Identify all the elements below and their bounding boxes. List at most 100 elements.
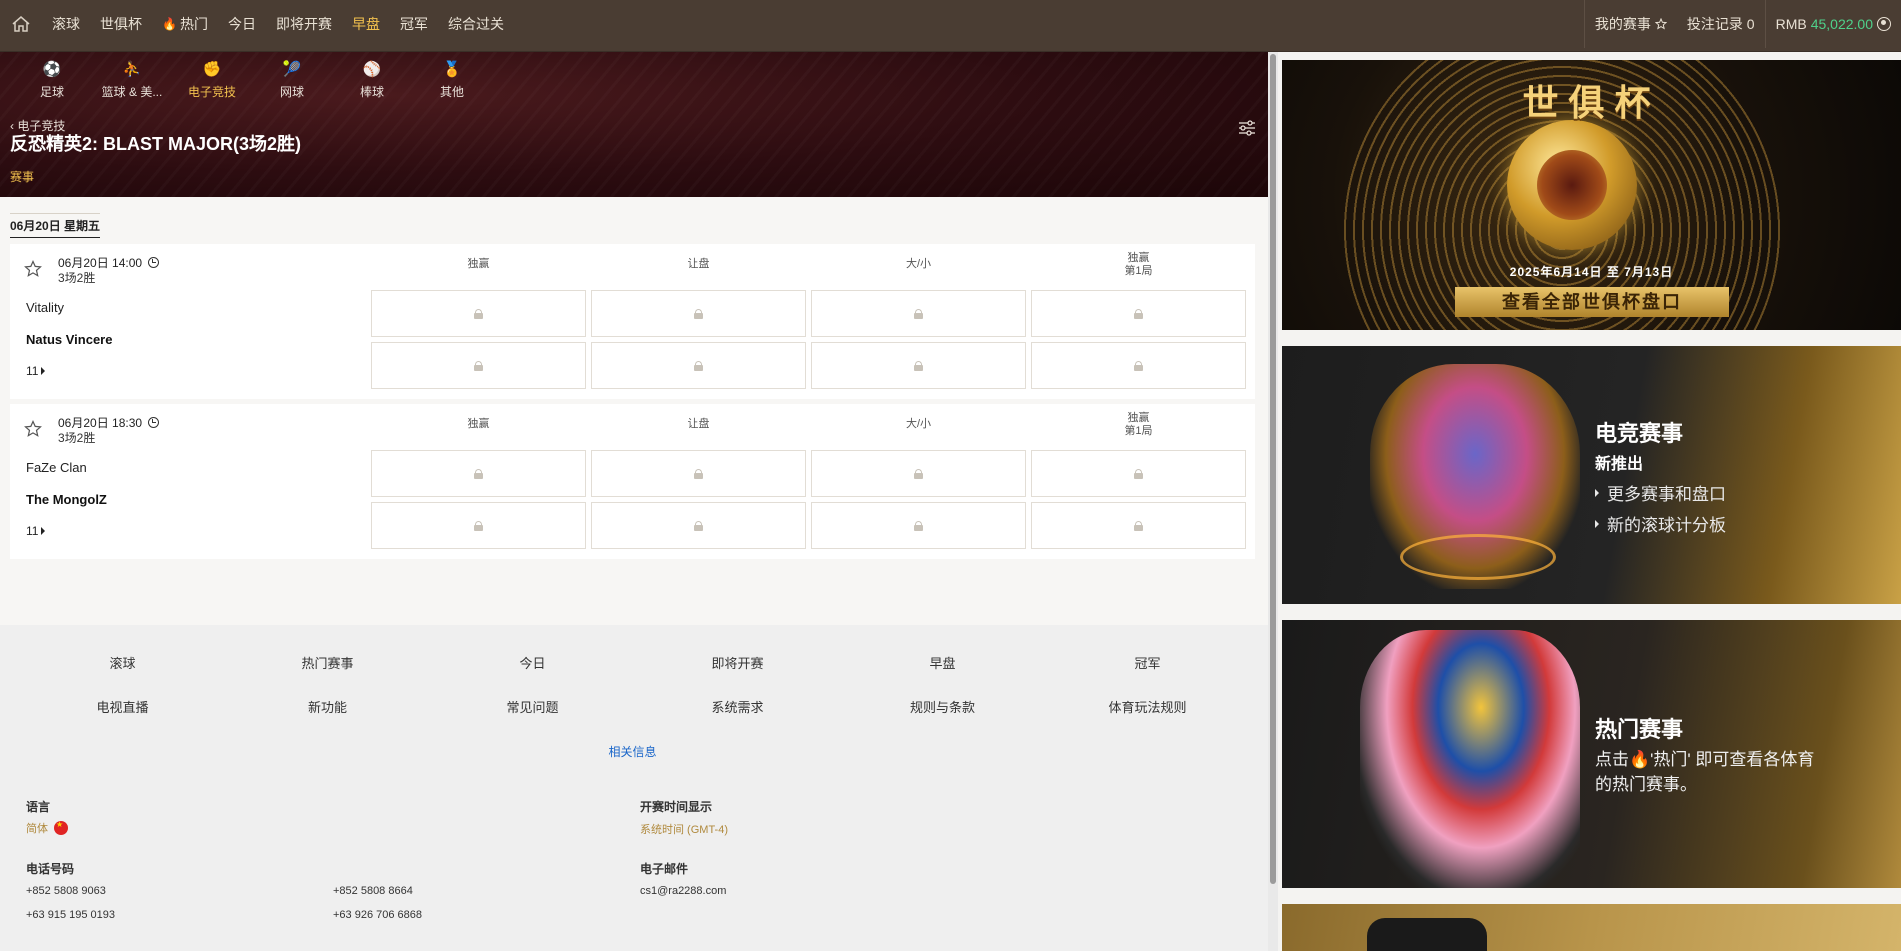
nav-parlay[interactable]: 综合过关 (448, 14, 504, 34)
odds-cell[interactable] (591, 450, 806, 497)
lock-icon (1134, 360, 1143, 371)
account-bar: 我的赛事 投注记录 0 RMB 45,022.00 (1583, 0, 1901, 48)
favorite-star-icon[interactable] (24, 260, 42, 278)
footer-link[interactable]: 滚球 (20, 653, 225, 672)
nav-early[interactable]: 早盘 (352, 14, 380, 34)
footer-link[interactable]: 常见问题 (430, 697, 635, 716)
footer-link[interactable]: 体育玩法规则 (1045, 697, 1250, 716)
more-markets-button[interactable]: 11 (26, 364, 46, 378)
footer-link[interactable]: 规则与条款 (840, 697, 1045, 716)
nav-label: 今日 (227, 16, 256, 32)
email-label: 电子邮件 (640, 862, 689, 876)
nav-hot[interactable]: 🔥 热门 (162, 14, 208, 34)
sport-tab-other[interactable]: 🏅 其他 (412, 60, 492, 100)
team-away: Natus Vincere (26, 332, 113, 347)
footer-link[interactable]: 今日 (430, 653, 635, 672)
sport-tab-esports[interactable]: ✊ 电子竞技 (172, 60, 252, 100)
lock-icon (914, 308, 923, 319)
footer-link[interactable]: 电视直播 (20, 697, 225, 716)
market-header-over-under: 大/小 (905, 418, 932, 430)
promo-hot-events[interactable]: 热门赛事 点击🔥'热门' 即可查看各体育的热门赛事。 (1282, 620, 1901, 888)
baseball-icon: ⚾ (362, 61, 382, 78)
more-markets-count: 11 (26, 364, 39, 378)
odds-cell[interactable] (811, 450, 1026, 497)
scrollbar[interactable] (1268, 52, 1278, 951)
promo-banner[interactable] (1282, 904, 1901, 951)
footer-link[interactable]: 冠军 (1045, 653, 1250, 672)
sport-tab-label: 篮球 & 美... (101, 85, 163, 99)
email-address[interactable]: cs1@ra2288.com (640, 885, 726, 897)
lock-icon (474, 360, 483, 371)
home-icon[interactable] (10, 13, 32, 35)
caret-right-icon (1595, 488, 1599, 497)
footer-link[interactable]: 即将开赛 (635, 653, 840, 672)
language-label: 语言 (26, 800, 51, 814)
filter-settings-icon[interactable] (1238, 120, 1256, 136)
team-home: FaZe Clan (26, 460, 87, 475)
nav-today[interactable]: 今日 (228, 14, 256, 34)
footer-link[interactable]: 新功能 (225, 697, 430, 716)
bet-record-button[interactable]: 投注记录 0 (1677, 14, 1765, 34)
more-markets-button[interactable]: 11 (26, 524, 46, 538)
star-icon (1654, 18, 1667, 30)
my-events-button[interactable]: 我的赛事 (1585, 14, 1677, 34)
nav-club-world-cup[interactable]: 世俱杯 (100, 14, 142, 34)
sport-tab-tennis[interactable]: 🎾 网球 (252, 60, 332, 100)
odds-cell[interactable] (371, 502, 586, 549)
tennis-icon: 🎾 (282, 61, 302, 78)
balance-button[interactable]: RMB 45,022.00 (1766, 16, 1901, 32)
footer-link[interactable]: 早盘 (840, 653, 1045, 672)
lock-icon (914, 468, 923, 479)
phone-label: 电话号码 (26, 862, 75, 876)
footer-link[interactable]: 热门赛事 (225, 653, 430, 672)
odds-cell[interactable] (371, 450, 586, 497)
nav-upcoming[interactable]: 即将开赛 (276, 14, 332, 34)
market-header-handicap: 让盘 (687, 418, 710, 430)
odds-cell[interactable] (1031, 502, 1246, 549)
lock-icon (914, 520, 923, 531)
market-header-map1-winner: 独赢 第1局 (1124, 252, 1153, 277)
phone-number: +852 5808 8664 (333, 885, 413, 897)
related-info-link[interactable]: 相关信息 (0, 743, 1265, 760)
lock-icon (694, 468, 703, 479)
nav-outright[interactable]: 冠军 (400, 14, 428, 34)
nav-label: 综合过关 (447, 16, 504, 32)
china-flag-icon (54, 820, 68, 835)
odds-cell[interactable] (591, 502, 806, 549)
sport-tab-baseball[interactable]: ⚾ 棒球 (332, 60, 412, 100)
athletes-illustration (1360, 630, 1580, 888)
lock-icon (474, 468, 483, 479)
view-all-markets-button[interactable]: 查看全部世俱杯盘口 (1455, 287, 1729, 317)
odds-cell[interactable] (591, 342, 806, 389)
user-icon (1877, 17, 1891, 31)
lock-icon (1134, 468, 1143, 479)
odds-cell[interactable] (811, 342, 1026, 389)
promo-bullet: 更多赛事和盘口 (1595, 480, 1726, 505)
odds-cell[interactable] (371, 342, 586, 389)
odds-cell[interactable] (811, 290, 1026, 337)
caret-right-icon (1595, 519, 1599, 528)
tab-events[interactable]: 赛事 (10, 168, 34, 185)
odds-cell[interactable] (811, 502, 1026, 549)
odds-cell[interactable] (1031, 342, 1246, 389)
promo-esports[interactable]: 电竞赛事 新推出 更多赛事和盘口 新的滚球计分板 (1282, 346, 1901, 604)
phone-number: +63 926 706 6868 (333, 909, 423, 921)
sport-tab-basketball[interactable]: ⛹ 篮球 & 美... (92, 60, 172, 100)
language-select[interactable]: 简体 (26, 820, 68, 836)
promo-bullet-text: 新的滚球计分板 (1607, 516, 1726, 535)
sport-tab-label: 其他 (439, 85, 464, 99)
odds-cell[interactable] (591, 290, 806, 337)
lock-icon (694, 520, 703, 531)
time-display-select[interactable]: 系统时间 (GMT-4) (640, 821, 728, 837)
nav-live[interactable]: 滚球 (52, 14, 80, 34)
sport-tab-label: 网球 (279, 85, 304, 99)
promo-club-world-cup[interactable]: 世俱杯 2025年6月14日 至 7月13日 查看全部世俱杯盘口 (1282, 60, 1901, 330)
odds-cell[interactable] (371, 290, 586, 337)
sport-tab-soccer[interactable]: ⚽ 足球 (12, 60, 92, 100)
match-card: 06月20日 14:00 3场2胜 Vitality Natus Vincere… (10, 244, 1255, 399)
odds-cell[interactable] (1031, 450, 1246, 497)
odds-cell[interactable] (1031, 290, 1246, 337)
footer-link[interactable]: 系统需求 (635, 697, 840, 716)
scrollbar-thumb[interactable] (1270, 54, 1276, 884)
favorite-star-icon[interactable] (24, 420, 42, 438)
